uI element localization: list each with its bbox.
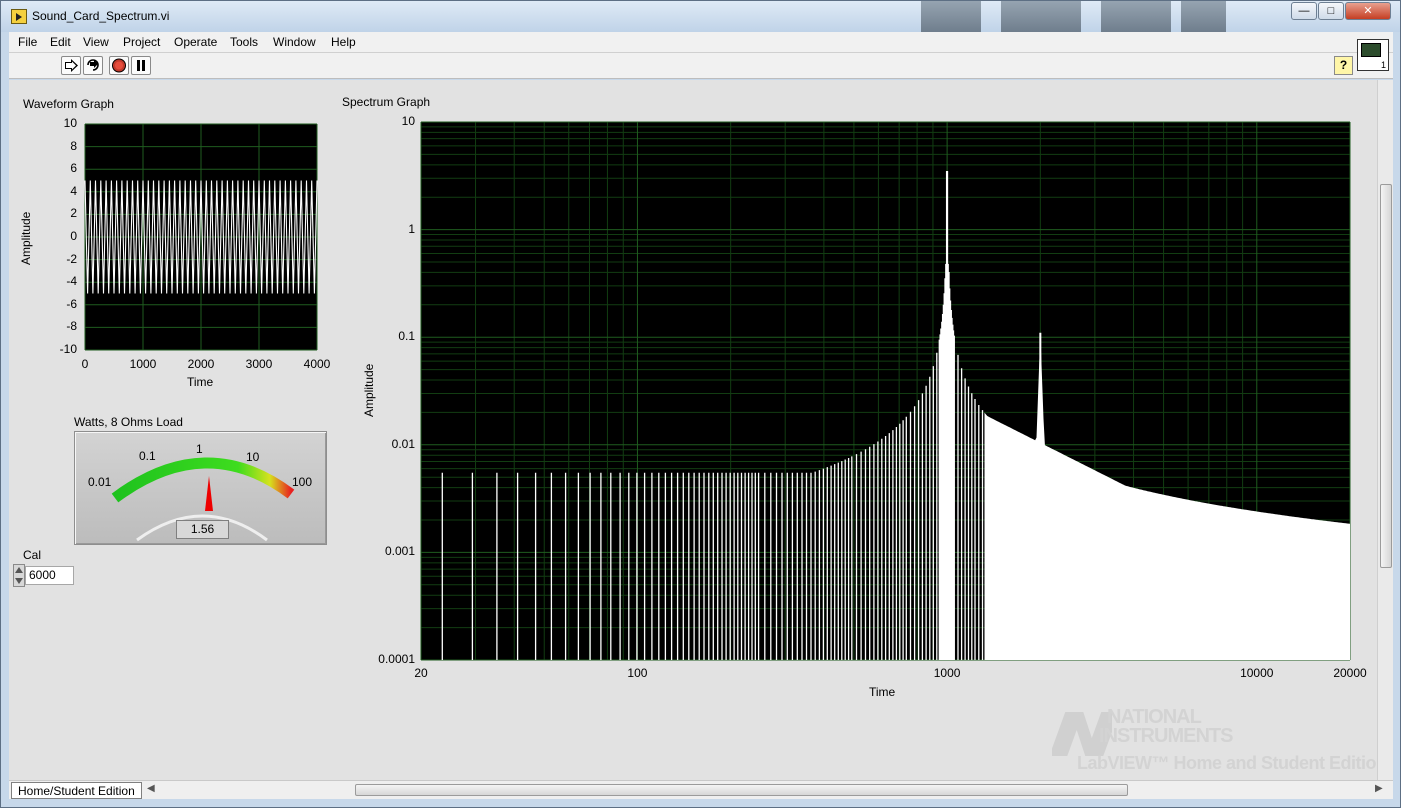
spectrum-y-axis-label: Amplitude — [362, 363, 376, 417]
spectrum-x-tick-label: 100 — [627, 666, 648, 680]
menu-view[interactable]: View — [83, 35, 109, 49]
edition-tab[interactable]: Home/Student Edition — [11, 782, 142, 799]
spectrum-y-tick-label: 1 — [408, 221, 415, 236]
menu-help[interactable]: Help — [331, 35, 356, 49]
spectrum-x-axis-label: Time — [869, 685, 896, 699]
menu-tools[interactable]: Tools — [230, 35, 258, 49]
spectrum-graph[interactable] — [9, 80, 1377, 780]
labview-vi-icon — [11, 9, 27, 24]
spectrum-y-tick-label: 0.0001 — [378, 652, 415, 666]
horizontal-scroll-thumb[interactable] — [355, 784, 1128, 796]
vi-icon-number: 1 — [1380, 60, 1386, 70]
close-button[interactable]: ✕ — [1345, 2, 1391, 20]
status-bar: Home/Student Edition ◀ ▶ — [9, 780, 1393, 799]
vi-connector-icon[interactable]: 1 — [1357, 39, 1389, 71]
menu-window[interactable]: Window — [273, 35, 316, 49]
window-title: Sound_Card_Spectrum.vi — [32, 9, 170, 23]
spectrum-x-tick-label: 20000 — [1333, 666, 1367, 680]
background-thumbnail — [1101, 1, 1171, 32]
spectrum-y-tick-label: 0.01 — [391, 436, 415, 451]
labview-window: Sound_Card_Spectrum.vi — □ ✕ File Edit V… — [0, 0, 1401, 808]
vertical-scrollbar[interactable] — [1377, 80, 1393, 780]
spectrum-x-tick-label: 20 — [414, 666, 428, 680]
menu-file[interactable]: File — [18, 35, 37, 49]
toolbar: ? 1 — [9, 39, 1393, 79]
minimize-button[interactable]: — — [1291, 2, 1317, 20]
menu-bar: File Edit View Project Operate Tools Win… — [9, 32, 1393, 53]
scroll-left-icon[interactable]: ◀ — [147, 783, 155, 794]
run-arrow-icon[interactable] — [61, 56, 81, 75]
spectrum-y-tick-label: 0.1 — [398, 329, 415, 344]
background-thumbnail — [1181, 1, 1226, 32]
maximize-button[interactable]: □ — [1318, 2, 1344, 20]
background-thumbnail — [921, 1, 981, 32]
context-help-button[interactable]: ? — [1334, 56, 1353, 75]
title-bar[interactable]: Sound_Card_Spectrum.vi — □ ✕ — [1, 1, 1400, 32]
spectrum-x-tick-label: 10000 — [1240, 666, 1274, 680]
menu-operate[interactable]: Operate — [174, 35, 217, 49]
abort-icon[interactable] — [109, 56, 129, 75]
watermark-instruments: INSTRUMENTS — [1099, 725, 1233, 747]
menu-project[interactable]: Project — [123, 35, 160, 49]
menu-edit[interactable]: Edit — [50, 35, 71, 49]
vertical-scroll-thumb[interactable] — [1380, 184, 1392, 568]
spectrum-x-tick-label: 1000 — [933, 666, 961, 680]
pause-icon[interactable] — [131, 56, 151, 75]
front-panel: Waveform Graph 10 8 6 4 2 0 -2 -4 -6 -8 -10 0 1000 2… — [9, 80, 1387, 780]
spectrum-y-tick-label: 0.001 — [384, 544, 415, 559]
background-thumbnail — [1001, 1, 1081, 32]
watermark-edition: LabVIEW™ Home and Student Edition — [1077, 753, 1387, 773]
spectrum-y-tick-label: 10 — [401, 114, 415, 128]
run-continuously-icon[interactable] — [83, 56, 103, 75]
scroll-right-icon[interactable]: ▶ — [1375, 783, 1383, 794]
